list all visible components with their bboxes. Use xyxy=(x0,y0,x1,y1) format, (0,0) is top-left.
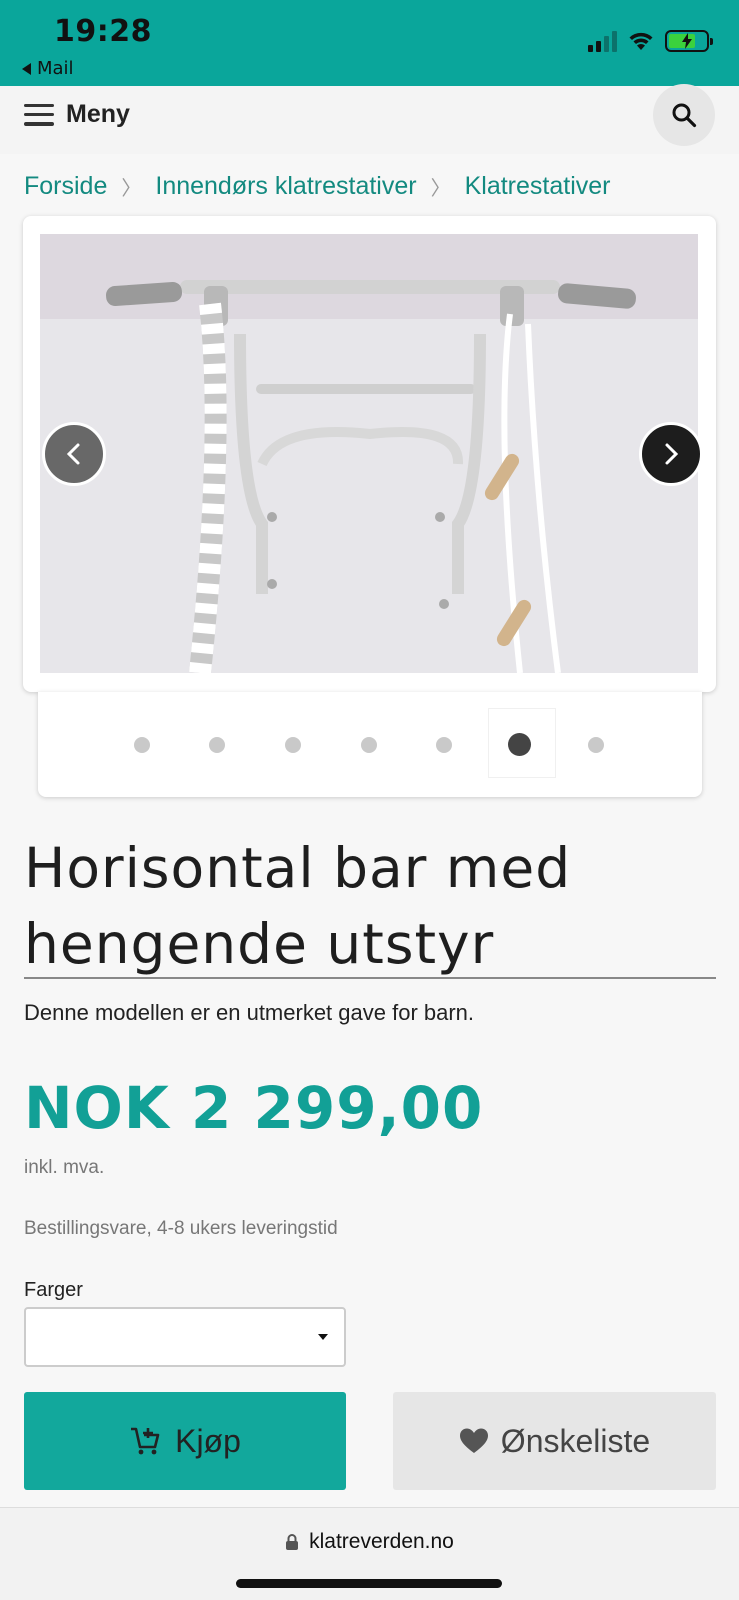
chevron-left-icon xyxy=(66,443,80,465)
cellular-signal-icon xyxy=(588,30,617,52)
chevron-right-icon: 〉 xyxy=(121,178,142,200)
gallery-dot[interactable] xyxy=(436,737,452,753)
previous-image-button[interactable] xyxy=(42,422,106,486)
hamburger-icon xyxy=(24,103,54,126)
browser-address-bar[interactable]: klatreverden.no xyxy=(0,1507,739,1600)
add-to-cart-icon xyxy=(131,1427,160,1455)
chevron-right-icon: 〉 xyxy=(430,178,451,200)
gallery-dot-active[interactable] xyxy=(508,733,531,756)
chevron-right-icon xyxy=(665,443,679,465)
next-image-button[interactable] xyxy=(639,422,703,486)
site-header: Meny xyxy=(0,84,739,154)
breadcrumb: Forside 〉 Innendørs klatrestativer 〉 Kla… xyxy=(24,172,610,201)
gallery-dot[interactable] xyxy=(588,737,604,753)
divider xyxy=(24,977,716,979)
breadcrumb-link-indoor[interactable]: Innendørs klatrestativer xyxy=(155,172,416,201)
breadcrumb-link-home[interactable]: Forside xyxy=(24,172,107,201)
buy-button-label: Kjøp xyxy=(175,1422,241,1459)
delivery-info: Bestillingsvare, 4-8 ukers leveringstid xyxy=(24,1218,338,1239)
gallery-dot[interactable] xyxy=(134,737,150,753)
product-gallery xyxy=(23,216,716,692)
lock-icon xyxy=(286,1534,299,1550)
menu-label: Meny xyxy=(66,100,130,128)
color-select[interactable] xyxy=(24,1307,346,1367)
back-app-label: Mail xyxy=(37,58,74,79)
url-text: klatreverden.no xyxy=(309,1530,454,1553)
vat-note: inkl. mva. xyxy=(24,1157,105,1178)
product-price: NOK 2 299,00 xyxy=(24,1074,484,1142)
status-time: 19:28 xyxy=(54,14,152,49)
wifi-icon xyxy=(629,32,653,50)
home-indicator[interactable] xyxy=(236,1579,502,1588)
breadcrumb-link-climbing-frames[interactable]: Klatrestativer xyxy=(465,172,611,201)
search-button[interactable] xyxy=(653,84,715,146)
wishlist-button-label: Ønskeliste xyxy=(500,1422,651,1459)
product-image[interactable] xyxy=(40,234,698,673)
product-description: Denne modellen er en utmerket gave for b… xyxy=(24,1000,475,1025)
gallery-dot[interactable] xyxy=(285,737,301,753)
product-title: Horisontal bar med hengende utstyr xyxy=(24,830,716,982)
caret-down-icon xyxy=(318,1334,328,1340)
back-triangle-icon xyxy=(22,62,31,75)
wishlist-button[interactable]: Ønskeliste xyxy=(393,1392,716,1490)
back-to-app-link[interactable]: Mail xyxy=(22,58,74,79)
gallery-pagination xyxy=(38,692,702,797)
heart-icon xyxy=(459,1428,488,1453)
gallery-dot[interactable] xyxy=(209,737,225,753)
menu-button[interactable]: Meny xyxy=(24,100,130,129)
color-select-label: Farger xyxy=(24,1279,83,1301)
product-title-line: Horisontal bar med xyxy=(24,836,572,900)
gallery-dot[interactable] xyxy=(361,737,377,753)
buy-button[interactable]: Kjøp xyxy=(24,1392,346,1490)
product-title-line: hengende utstyr xyxy=(24,912,495,976)
search-icon xyxy=(672,103,697,128)
status-bar: 19:28 Mail xyxy=(0,0,739,86)
battery-icon xyxy=(665,30,713,52)
